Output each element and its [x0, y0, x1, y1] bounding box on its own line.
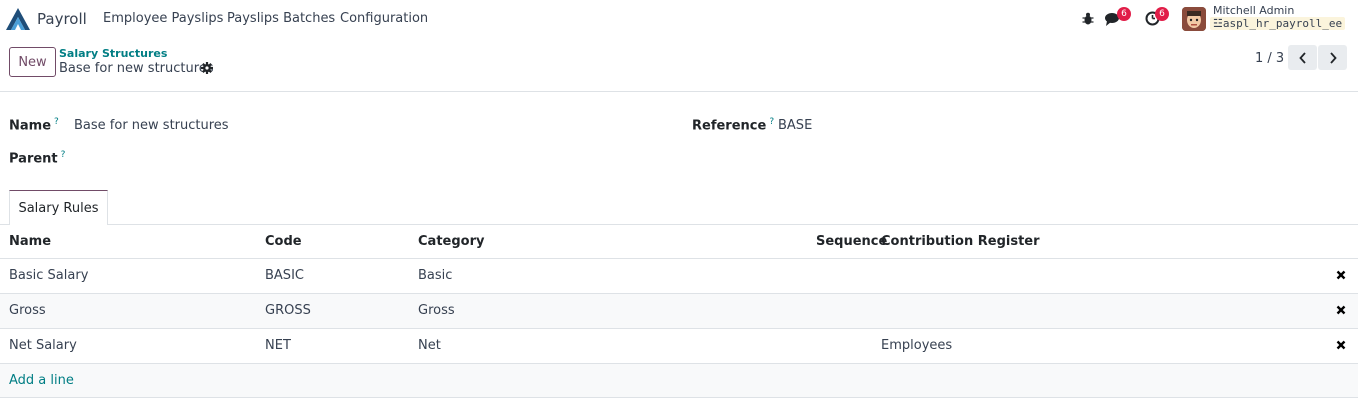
add-line-row: Add a line — [0, 363, 1358, 398]
app-title[interactable]: Payroll — [37, 10, 87, 28]
column-header-code[interactable]: Code — [265, 234, 302, 249]
cell-category[interactable]: Gross — [418, 303, 455, 318]
control-panel: New Salary Structures Base for new struc… — [0, 38, 1358, 92]
menu-payslips-batches[interactable]: Payslips Batches — [227, 11, 335, 26]
chevron-right-icon — [1329, 51, 1337, 64]
name-field-value[interactable]: Base for new structures — [74, 118, 229, 133]
column-header-category[interactable]: Category — [418, 234, 484, 249]
menu-employee-payslips[interactable]: Employee Payslips — [103, 11, 223, 26]
database-name-text: aspl_hr_payroll_ee — [1222, 17, 1343, 30]
cell-name[interactable]: Gross — [9, 303, 46, 318]
user-avatar[interactable] — [1182, 7, 1206, 31]
database-name: ☳aspl_hr_payroll_ee — [1210, 17, 1346, 30]
add-a-line-link[interactable]: Add a line — [9, 373, 74, 388]
table-row[interactable]: Basic Salary BASIC Basic — [0, 258, 1358, 293]
parent-field-label: Parent? — [9, 150, 65, 166]
activities-count-badge: 6 — [1155, 7, 1169, 21]
cell-name[interactable]: Net Salary — [9, 338, 77, 353]
pager-value[interactable]: 1 / 3 — [1255, 51, 1284, 66]
tab-divider — [0, 224, 1358, 225]
reference-label-text: Reference — [692, 118, 767, 134]
menu-configuration[interactable]: Configuration — [340, 11, 428, 26]
parent-help-tooltip[interactable]: ? — [61, 150, 66, 160]
table-row[interactable]: Net Salary NET Net Employees — [0, 328, 1358, 363]
database-icon: ☳ — [1213, 17, 1223, 30]
name-label-text: Name — [9, 118, 52, 134]
column-header-contribution-register[interactable]: Contribution Register — [881, 234, 1040, 249]
tab-salary-rules[interactable]: Salary Rules — [9, 190, 108, 225]
cell-contribution-register[interactable]: Employees — [881, 338, 952, 353]
cell-name[interactable]: Basic Salary — [9, 268, 88, 283]
payroll-app-icon[interactable] — [5, 7, 31, 31]
cell-code[interactable]: GROSS — [265, 303, 311, 318]
breadcrumb-salary-structures[interactable]: Salary Structures — [59, 47, 167, 60]
reference-field-value[interactable]: BASE — [778, 118, 812, 133]
name-field-label: Name? — [9, 117, 59, 133]
column-header-sequence[interactable]: Sequence — [816, 234, 887, 249]
cell-category[interactable]: Basic — [418, 268, 452, 283]
parent-label-text: Parent — [9, 151, 58, 167]
messages-count-badge: 6 — [1117, 7, 1131, 21]
column-header-name[interactable]: Name — [9, 234, 51, 249]
cell-code[interactable]: NET — [265, 338, 291, 353]
table-row[interactable]: Gross GROSS Gross — [0, 293, 1358, 328]
delete-row-icon[interactable] — [1336, 270, 1346, 280]
user-name[interactable]: Mitchell Admin — [1213, 4, 1294, 17]
parent-field-input[interactable] — [74, 148, 674, 168]
new-button[interactable]: New — [9, 47, 56, 77]
delete-row-icon[interactable] — [1336, 340, 1346, 350]
breadcrumb-current-record: Base for new structures — [59, 61, 214, 76]
delete-row-icon[interactable] — [1336, 305, 1346, 315]
chevron-left-icon — [1298, 51, 1306, 64]
debug-bug-icon[interactable] — [1082, 12, 1094, 25]
top-navbar: Payroll Employee Payslips Payslips Batch… — [0, 0, 1358, 38]
reference-field-label: Reference? — [692, 117, 774, 133]
reference-help-tooltip[interactable]: ? — [769, 117, 774, 127]
pager-next-button[interactable] — [1318, 45, 1347, 70]
cell-code[interactable]: BASIC — [265, 268, 304, 283]
name-help-tooltip[interactable]: ? — [54, 117, 59, 127]
gear-icon[interactable] — [201, 62, 213, 74]
cell-category[interactable]: Net — [418, 338, 441, 353]
pager-previous-button[interactable] — [1288, 45, 1317, 70]
